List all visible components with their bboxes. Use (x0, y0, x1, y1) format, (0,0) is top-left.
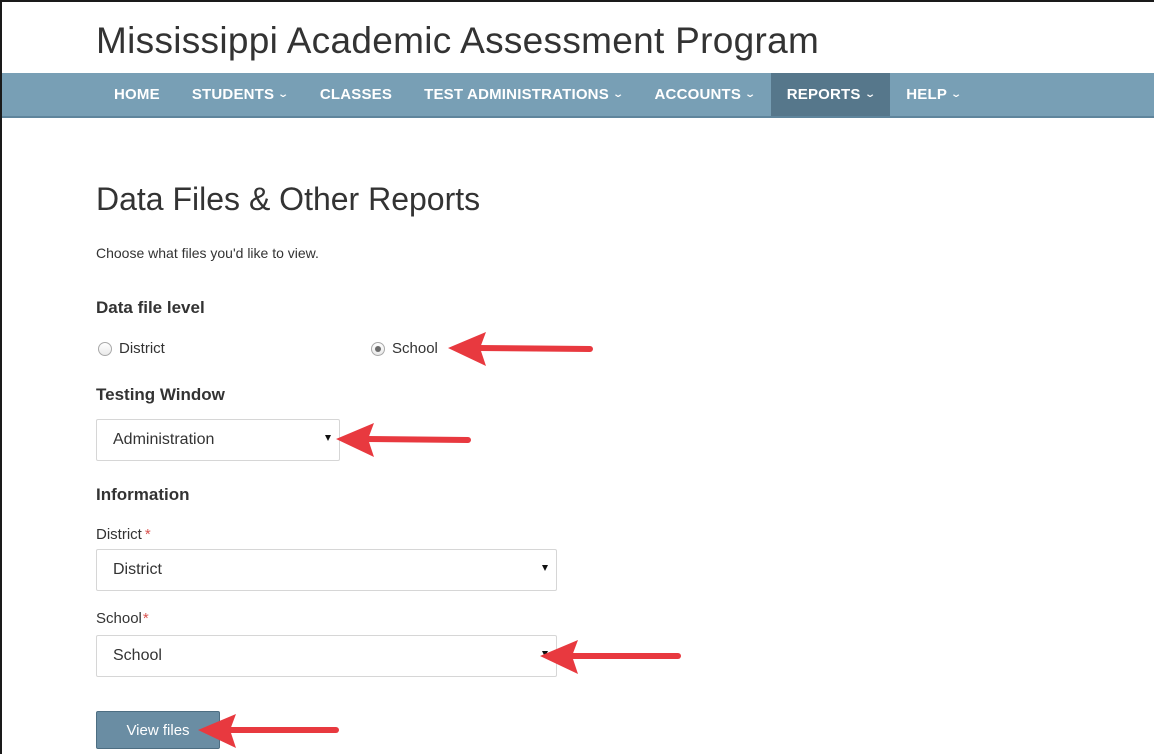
nav-item-students[interactable]: STUDENTS ⌄ (176, 73, 304, 116)
annotation-arrow-icon (336, 423, 471, 457)
required-marker: * (144, 526, 151, 543)
radio-district[interactable]: District (98, 340, 165, 357)
testing-window-selected-value: Administration (113, 431, 215, 448)
radio-school[interactable]: School (371, 340, 438, 357)
nav-label: HOME (114, 86, 160, 103)
testing-window-select[interactable]: Administration (96, 419, 340, 461)
school-field-label: School* (96, 610, 149, 627)
nav-item-classes[interactable]: CLASSES (304, 73, 408, 116)
nav-label: HELP (906, 86, 948, 103)
annotation-arrow-icon (198, 714, 339, 748)
radio-circle-checked-icon[interactable] (371, 341, 385, 356)
district-selected-value: District (113, 561, 162, 578)
nav-item-test-administrations[interactable]: TEST ADMINISTRATIONS ⌄ (408, 73, 638, 116)
chevron-down-icon: ⌄ (950, 89, 963, 100)
chevron-down-icon: ⌄ (277, 89, 290, 100)
school-selected-value: School (113, 647, 162, 664)
radio-district-label: District (119, 340, 165, 357)
annotation-arrow-icon (448, 332, 593, 366)
nav-label: CLASSES (319, 86, 393, 103)
dropdown-caret-icon (542, 565, 548, 571)
school-label-text: School (96, 610, 142, 627)
required-marker: * (142, 610, 149, 627)
district-label-text: District (96, 526, 142, 543)
nav-item-accounts[interactable]: ACCOUNTS ⌄ (639, 73, 771, 116)
main-navbar: HOME STUDENTS ⌄ CLASSES TEST ADMINISTRAT… (2, 73, 1154, 118)
nav-label: REPORTS (786, 86, 861, 103)
nav-label: STUDENTS (191, 86, 275, 103)
nav-label: TEST ADMINISTRATIONS (424, 86, 609, 103)
nav-item-reports[interactable]: REPORTS ⌄ (770, 73, 891, 116)
radio-school-label: School (392, 340, 438, 357)
testing-window-heading: Testing Window (96, 385, 225, 404)
district-field-label: District * (96, 526, 151, 543)
nav-item-help[interactable]: HELP ⌄ (890, 73, 976, 116)
chevron-down-icon: ⌄ (612, 89, 625, 100)
school-select[interactable]: School (96, 635, 557, 677)
data-file-level-heading: Data file level (96, 298, 205, 317)
nav-list: HOME STUDENTS ⌄ CLASSES TEST ADMINISTRAT… (98, 73, 977, 116)
radio-circle-icon[interactable] (98, 341, 112, 356)
page-intro-text: Choose what files you'd like to view. (96, 245, 319, 261)
annotation-arrow-icon (540, 640, 681, 674)
chevron-down-icon: ⌄ (863, 89, 876, 100)
page-title: Data Files & Other Reports (96, 181, 481, 217)
chevron-down-icon: ⌄ (744, 89, 757, 100)
information-heading: Information (96, 485, 190, 504)
nav-label: ACCOUNTS (654, 86, 742, 103)
site-title: Mississippi Academic Assessment Program (96, 20, 820, 61)
dropdown-caret-icon (325, 435, 331, 441)
district-select[interactable]: District (96, 549, 557, 591)
nav-item-home[interactable]: HOME (98, 73, 176, 116)
